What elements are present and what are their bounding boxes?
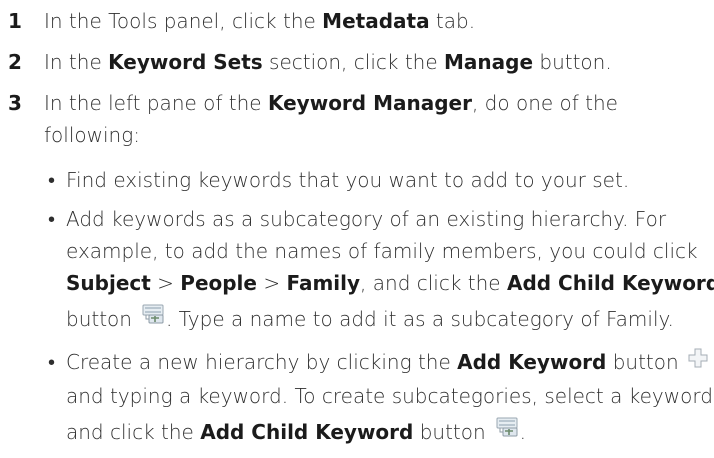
step-text-part: section, click the (262, 50, 444, 74)
bullet-text-part: . Type a name to add it as a subcategory… (165, 307, 674, 331)
step-text-part: In the left pane of the (44, 91, 268, 115)
bullet-text-part: and click the (66, 419, 201, 444)
step-text-part: , do one of the (471, 91, 618, 115)
step-number: 3 (8, 91, 22, 115)
path-separator: > (256, 271, 287, 295)
step-text-part: tab. (429, 9, 476, 33)
step-text: In the Tools panel, click the Metadata t… (44, 5, 475, 37)
people-label: People (180, 271, 257, 295)
bullet-text: Add keywords as a subcategory of an exis… (66, 203, 714, 337)
manage-button-label: Manage (444, 50, 534, 74)
add-keyword-label: Add Keyword (457, 350, 607, 374)
bullet-text-part: Create a new hierarchy by clicking the (66, 350, 458, 374)
step-number: 2 (8, 50, 22, 74)
bullet-text-line: button . Type a name to add it as a subc… (66, 303, 714, 337)
bullet-text-line: and click the Add Child Keyword button . (66, 416, 713, 450)
bullet-text-part: button (66, 307, 132, 331)
path-separator: > (150, 271, 181, 295)
bullet-text-line: Create a new hierarchy by clicking the A… (66, 346, 713, 380)
instruction-document: 1 In the Tools panel, click the Metadata… (0, 0, 714, 458)
bullet-text: Create a new hierarchy by clicking the A… (66, 346, 713, 450)
step-number: 1 (8, 9, 22, 33)
family-label: Family (286, 271, 361, 295)
step-text-part: button. (533, 50, 612, 74)
add-keyword-icon (687, 346, 709, 378)
bullet-text-line: Subject > People > Family, and click the… (66, 267, 714, 299)
metadata-tab-label: Metadata (322, 9, 430, 33)
keyword-sets-label: Keyword Sets (108, 50, 263, 74)
bullet-text-part: . (519, 419, 527, 444)
keyword-manager-label: Keyword Manager (267, 91, 472, 115)
bullet-text-line: example, to add the names of family memb… (66, 239, 698, 263)
bullet-text: Find existing keywords that you want to … (66, 168, 630, 192)
bullet-text-part: button (606, 350, 679, 374)
bullet-text-part: , and click the (360, 271, 507, 295)
bullet-marker: • (48, 168, 56, 192)
step-text-line: following: (44, 123, 140, 147)
bullet-text-line: and typing a keyword. To create subcateg… (66, 383, 713, 408)
bullet-text-line: Add keywords as a subcategory of an exis… (66, 207, 667, 231)
bullet-marker: • (48, 350, 56, 374)
bullet-text-part: button (413, 419, 486, 444)
subject-label: Subject (66, 271, 151, 295)
bullet-marker: • (48, 207, 56, 231)
add-child-keyword-icon (494, 415, 520, 448)
step-text-part: In the Tools panel, click the (44, 9, 323, 33)
step-text: In the left pane of the Keyword Manager,… (44, 87, 618, 151)
step-text: In the Keyword Sets section, click the M… (44, 46, 612, 78)
add-child-keyword-label: Add Child Keyword (506, 271, 714, 295)
add-child-keyword-label: Add Child Keyword (200, 419, 414, 444)
add-child-keyword-icon (140, 302, 166, 335)
step-text-part: In the (44, 50, 109, 74)
step-text-line: In the left pane of the Keyword Manager,… (44, 87, 618, 119)
